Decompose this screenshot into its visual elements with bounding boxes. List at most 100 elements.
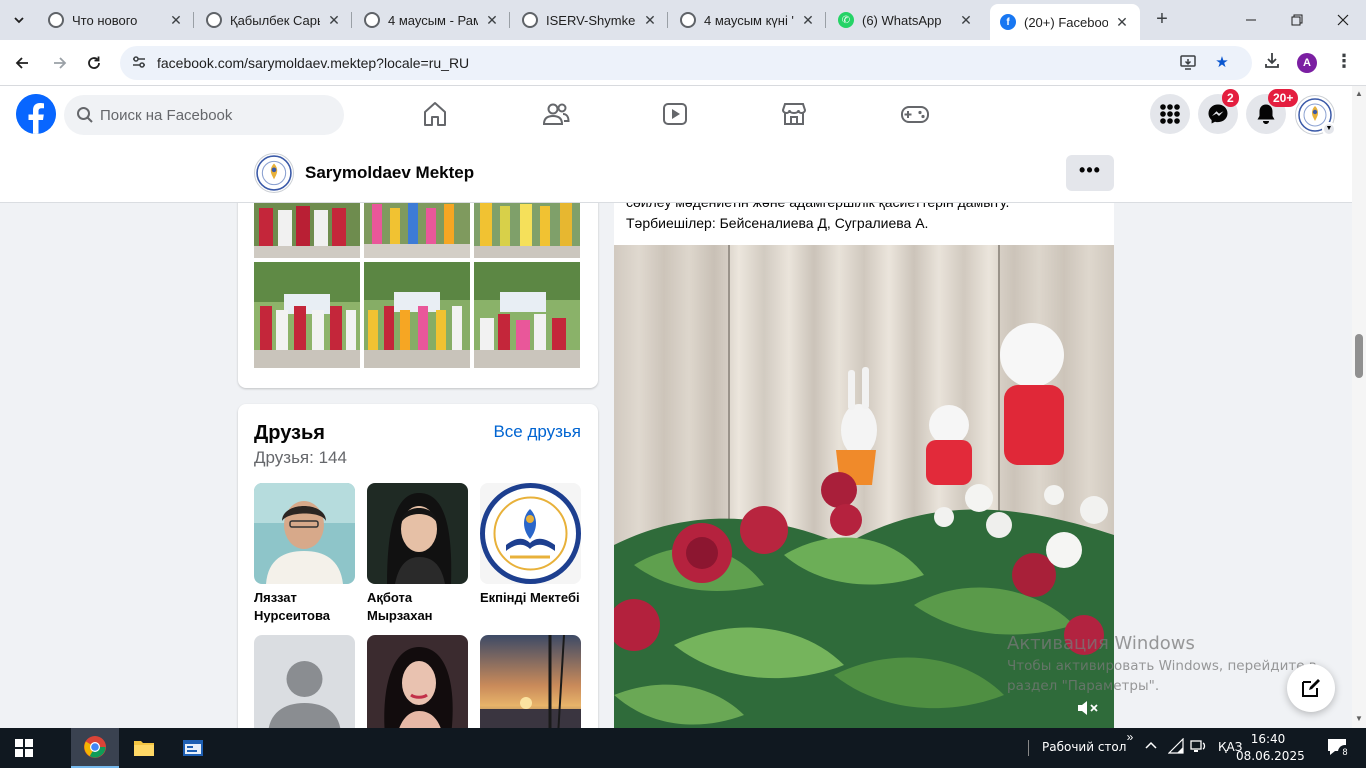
taskbar-file-explorer[interactable] xyxy=(120,728,168,768)
close-tab-icon[interactable]: ✕ xyxy=(326,12,342,29)
nav-home[interactable] xyxy=(415,98,455,130)
page-name[interactable]: Sarymoldaev Mektep xyxy=(305,163,474,183)
grid-menu-icon xyxy=(1160,104,1180,124)
close-tab-icon[interactable]: ✕ xyxy=(642,12,658,29)
browser-menu-button[interactable]: ⋮ xyxy=(1332,51,1356,75)
desktop-toolbar-label[interactable]: Рабочий стол xyxy=(1042,740,1126,754)
clock-time: 16:40 xyxy=(1250,732,1286,746)
windows-activation-watermark: Активация Windows Чтобы активировать Win… xyxy=(1007,633,1317,696)
tab-separator xyxy=(825,12,826,28)
account-avatar[interactable]: ▼ xyxy=(1295,95,1336,136)
minimize-button[interactable] xyxy=(1228,0,1274,40)
browser-tab[interactable]: Что нового ✕ xyxy=(38,4,194,36)
volume-icon[interactable] xyxy=(1189,738,1209,758)
facebook-header: 2 20+ ▼ xyxy=(0,86,1352,143)
close-tab-icon[interactable]: ✕ xyxy=(1114,14,1130,31)
close-tab-icon[interactable]: ✕ xyxy=(168,12,184,29)
scroll-up-icon[interactable]: ▲ xyxy=(1352,89,1366,101)
tray-overflow-icon[interactable] xyxy=(1141,738,1161,758)
windows-logo-icon xyxy=(15,739,33,757)
friends-count: Друзья: 144 xyxy=(254,448,347,467)
chevron-down-icon xyxy=(14,17,24,24)
notifications-button[interactable]: 20+ xyxy=(1246,89,1299,134)
toolbar-expand-icon[interactable]: » xyxy=(1120,730,1140,750)
facebook-search[interactable] xyxy=(64,95,344,135)
notification-center-button[interactable]: 8 xyxy=(1322,738,1352,759)
friend-photo[interactable] xyxy=(367,635,468,736)
back-button[interactable] xyxy=(9,50,35,76)
browser-tab[interactable]: 4 маусым - Рамазан ✕ xyxy=(354,4,510,36)
page-avatar[interactable] xyxy=(254,153,294,193)
close-tab-icon[interactable]: ✕ xyxy=(484,12,500,29)
downloads-button[interactable] xyxy=(1260,51,1284,75)
taskbar-app[interactable] xyxy=(169,728,217,768)
messenger-button[interactable]: 2 xyxy=(1198,89,1239,134)
close-tab-icon[interactable]: ✕ xyxy=(800,12,816,29)
friend-photo[interactable] xyxy=(254,483,355,584)
reload-button[interactable] xyxy=(81,50,107,76)
all-friends-link[interactable]: Все друзья xyxy=(493,422,581,442)
browser-tab[interactable]: ✆ (6) WhatsApp ✕ xyxy=(828,4,984,36)
friend-name[interactable]: Ақбота Мырзахан xyxy=(367,589,468,625)
taskbar-chrome[interactable] xyxy=(71,728,119,768)
school-emblem-icon xyxy=(256,155,292,191)
friend-item[interactable]: Ляззат Нурсеитова xyxy=(254,483,355,625)
browser-tab-active[interactable]: f (20+) Facebook ✕ xyxy=(990,4,1140,40)
watermark-line: Чтобы активировать Windows, перейдите в xyxy=(1007,658,1317,674)
new-tab-button[interactable]: + xyxy=(1150,8,1174,32)
photos-card xyxy=(238,190,598,388)
messenger-badge: 2 xyxy=(1222,89,1239,107)
forward-button[interactable] xyxy=(47,50,73,76)
post-text-line: Тәрбиешілер: Бейсеналиева Д, Сугралиева … xyxy=(626,215,929,231)
arrow-right-icon xyxy=(54,57,67,69)
friend-name[interactable]: Екпінді Мектебі xyxy=(480,589,581,607)
bookmark-star-icon[interactable]: ★ xyxy=(1212,53,1232,73)
friend-item[interactable]: Екпінді Мектебі xyxy=(480,483,581,607)
friend-name[interactable]: Ляззат Нурсеитова xyxy=(254,589,355,625)
restore-icon xyxy=(1291,14,1303,26)
system-clock[interactable]: 16:40 08.06.2025 xyxy=(1236,731,1305,765)
page-scrollbar[interactable] xyxy=(1352,86,1366,728)
site-info-icon[interactable] xyxy=(130,54,148,72)
mute-button[interactable] xyxy=(1076,698,1100,720)
friend-photo[interactable] xyxy=(480,635,581,736)
friend-item[interactable]: Ақбота Мырзахан xyxy=(367,483,468,625)
nav-friends[interactable] xyxy=(536,98,576,130)
close-tab-icon[interactable]: ✕ xyxy=(958,12,974,29)
start-button[interactable] xyxy=(0,728,48,768)
photo-thumbnail[interactable] xyxy=(254,262,360,368)
watermark-title: Активация Windows xyxy=(1007,633,1195,654)
facebook-logo[interactable] xyxy=(16,94,56,134)
menu-button[interactable] xyxy=(1150,94,1190,134)
photo-thumbnail[interactable] xyxy=(474,262,580,368)
friend-photo[interactable] xyxy=(367,483,468,584)
network-icon[interactable] xyxy=(1167,737,1187,758)
address-bar[interactable]: facebook.com/sarymoldaev.mektep?locale=r… xyxy=(120,46,1252,80)
friend-item[interactable] xyxy=(367,635,468,741)
friend-photo[interactable] xyxy=(254,635,355,736)
browser-tab[interactable]: 4 маусым күні "Балалар" ✕ xyxy=(670,4,826,36)
scrollbar-thumb[interactable] xyxy=(1355,334,1363,378)
tab-search-button[interactable] xyxy=(6,7,32,33)
friend-item[interactable] xyxy=(254,635,355,741)
friend-item[interactable] xyxy=(480,635,581,741)
close-window-button[interactable] xyxy=(1320,0,1366,40)
new-message-button[interactable] xyxy=(1287,664,1335,712)
globe-icon xyxy=(48,12,64,28)
nav-video[interactable] xyxy=(655,98,695,130)
photo-thumbnail[interactable] xyxy=(364,262,470,368)
clock-date: 08.06.2025 xyxy=(1236,749,1305,763)
nav-marketplace[interactable] xyxy=(774,98,814,130)
restore-button[interactable] xyxy=(1274,0,1320,40)
video-icon xyxy=(663,103,687,125)
search-input[interactable] xyxy=(100,95,330,135)
browser-tab[interactable]: ISERV-Shymkent ✕ xyxy=(512,4,668,36)
page-more-button[interactable]: ••• xyxy=(1066,155,1114,191)
browser-profile-avatar[interactable]: A xyxy=(1297,53,1317,73)
scroll-down-icon[interactable]: ▼ xyxy=(1352,714,1366,726)
url-text[interactable]: facebook.com/sarymoldaev.mektep?locale=r… xyxy=(157,55,469,71)
nav-gaming[interactable] xyxy=(895,98,935,130)
install-app-icon[interactable] xyxy=(1178,53,1198,73)
browser-tab[interactable]: Қабылбек Сарымолдаев ✕ xyxy=(196,4,352,36)
friend-photo[interactable] xyxy=(480,483,581,584)
